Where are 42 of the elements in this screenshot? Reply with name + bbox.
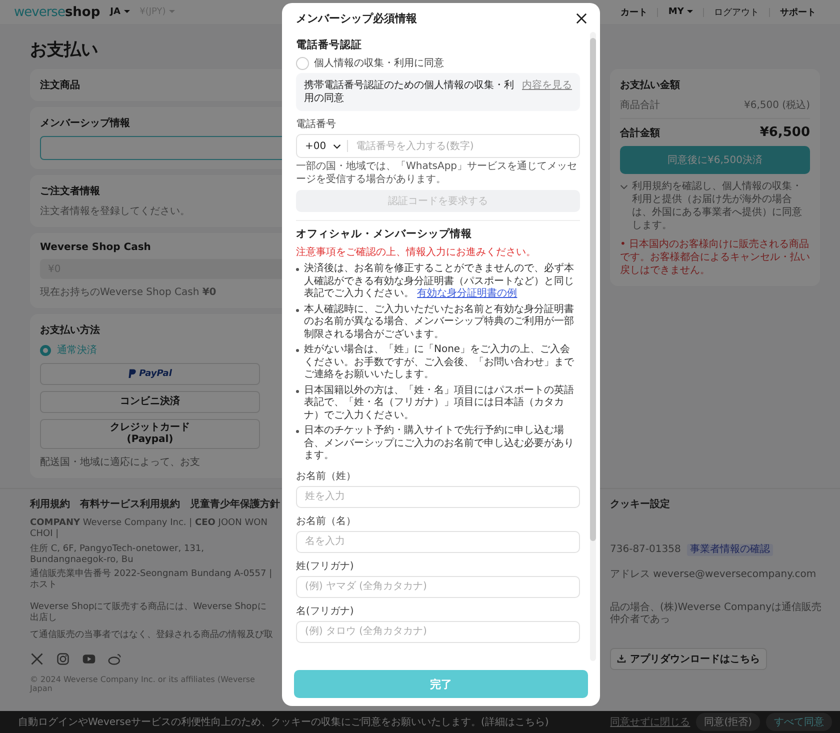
modal-title: メンバーシップ必須情報 [296, 11, 417, 26]
footer-info-text: 品の場合、(株)Weverse Companyは通信販売仲介者であっ [610, 602, 823, 626]
footer-info-text: 住所 C, 6F, PangyoTech-onetower, 131, Bundangnaegok-ro, Bu [30, 544, 205, 566]
section-title: 注文商品 [40, 78, 80, 92]
page-title: お支払い [30, 39, 98, 61]
bullet-text: 日本国籍以外の方は、「姓・名」項目にはパスポートの英語表記で、「姓・名（フリガナ）」項目には日本語（カタカナ）でご入力ください。 [304, 384, 575, 422]
footer-info-text: て通信販売の当事者ではなく、登録される商品の情報及び取 [30, 630, 274, 641]
footer-info-text: アドレス weverse@weversecompany.com [610, 569, 816, 582]
cookie-notice-text: 自動ログインやWeverseサービスの利便性向上のため、クッキーの収集にご同意をお願いいたします。(詳細はこちら) [18, 716, 549, 729]
bullet-text: 日本のチケット予約・購入サイトで先行予約に申し込む場合、メンバーシップにご入力のお名前で申し込む必要があります。 [304, 425, 575, 462]
notice-text: 注意事項をご確認の上、情報入力にお進みください。 [296, 246, 537, 259]
field-label: お名前（姓） [296, 470, 357, 482]
field-label: 電話番号 [296, 118, 337, 131]
footer-info-text: COMPANY Weverse Company Inc. | CEO JOON WON CHOI | [30, 518, 268, 540]
agreement-text: 利用規約を確認し、個人情報の収集・利用と提供（お届け先が海外の場合は、外国にある事業者へ提供）に同意します。 [632, 180, 803, 232]
summary-title: お支払い金額 [620, 78, 680, 92]
cash-balance-text: 現在お持ちのWeverse Shop Cash ¥0 [40, 286, 216, 299]
copyright-text: © 2024 Weverse Company Inc. or its affiliates (Weverse Japan [30, 674, 256, 693]
field-label: 名(フリガナ) [296, 604, 355, 618]
total-label: 合計金額 [620, 126, 660, 140]
whatsapp-note: 一部の国・地域では、「WhatsApp」サービスを通じてメッセージを受信する場合があります。 [296, 161, 578, 186]
section-title: ご注文者情報 [40, 184, 100, 198]
section-text: 注文者情報を登録してください。 [40, 204, 190, 218]
consent-detail-text: 携帯電話番号認証のための個人情報の収集・利用の同意 [304, 79, 514, 105]
footer-info-text: 736-87-01358 [610, 544, 681, 556]
payment-note: 配送国・地域に適応によって、お支 [40, 456, 200, 469]
subtotal-value: ¥6,500 (税込) [744, 98, 810, 112]
bullet-text: 決済後は、お名前を修正することができませんので、必ず本人確認ができる有効な身分証明書（パスポートなど）と同じ表記でご入力ください。 有効な身分証明書の例 [304, 263, 575, 300]
field-label: 姓(フリガナ) [296, 560, 355, 572]
section-title: お支払い方法 [40, 323, 100, 337]
section-heading: 電話番号認証 [296, 38, 363, 52]
section-heading: オフィシャル・メンバーシップ情報 [296, 227, 473, 241]
subtotal-label: 商品合計 [620, 98, 660, 112]
section-title: Weverse Shop Cash [40, 242, 151, 253]
footer-info-text: Weverse Shopにて販売する商品には、Weverse Shopに出店し [30, 602, 268, 624]
footer-info-text: 通信販売業申告番号 2022-Seongnam Bundang A-0557 | ホスト [30, 569, 274, 592]
warning-text: • 日本国内のお客様向けに販売される商品です。お客様都合によるキャンセル・払い戻しはできません。 [620, 238, 810, 277]
section-title: メンバーシップ情報 [40, 116, 130, 130]
bullet-text: 姓がない場合は、「姓」に「None」をご入力の上、ご入会ください。お手数ですが、ご入会後、「お問い合わせ」までご連絡をお願いいたします。 [304, 344, 575, 382]
total-value: ¥6,500 [760, 125, 810, 140]
bullet-text: 本人確認時に、ご入力いただいたお名前と有効な身分証明書のお名前が異なる場合、メンバーシップ特典のご利用が一部制限される場合がございます。 [304, 304, 575, 341]
field-label: お名前（名） [296, 514, 357, 528]
